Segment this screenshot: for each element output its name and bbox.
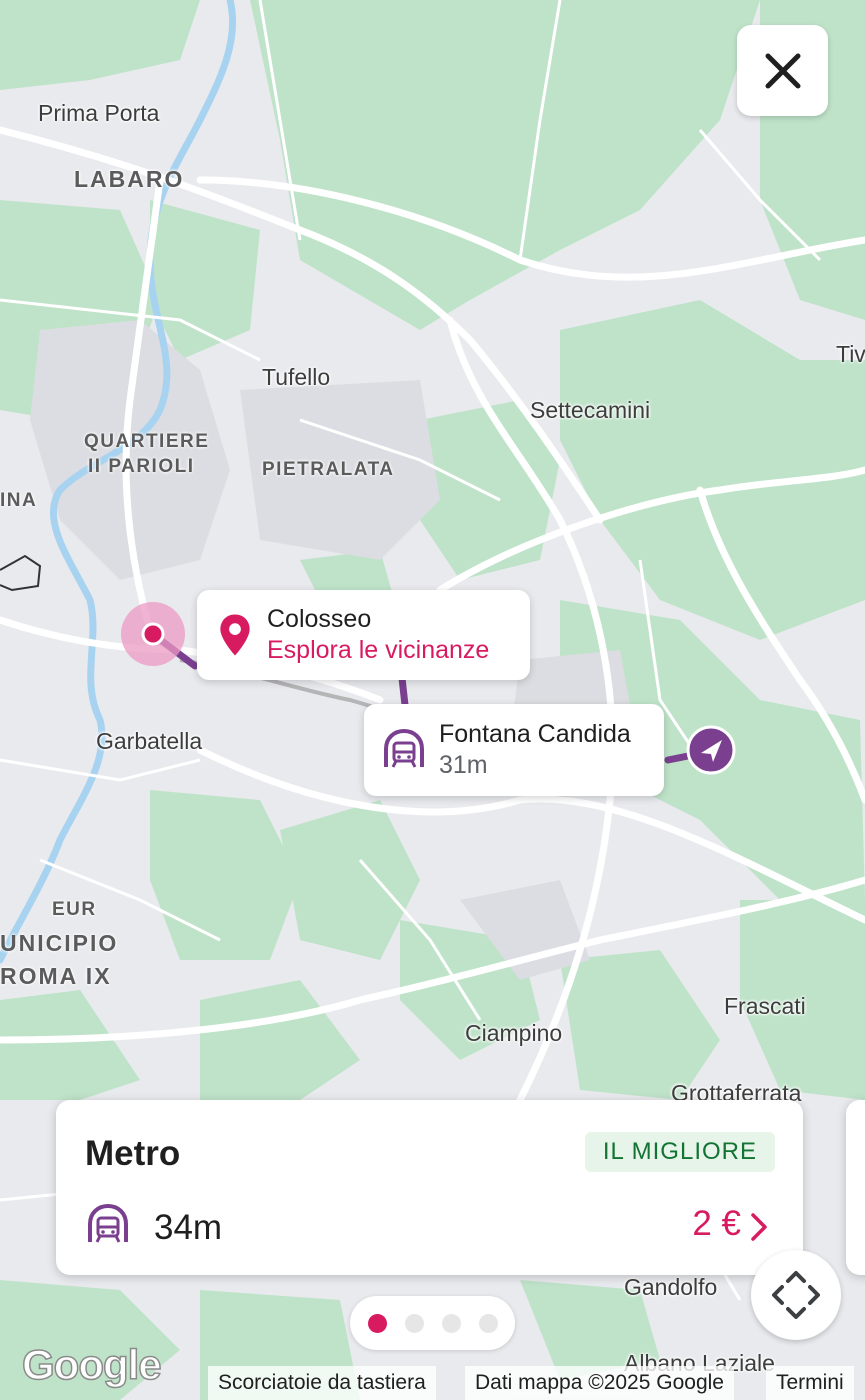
recenter-button[interactable] [751,1250,841,1340]
place-label: Ciampino [465,1020,563,1046]
explore-nearby-link[interactable]: Esplora le vicinanze [267,634,489,667]
place-label: Tiv [836,341,865,367]
district-label: LABARO [74,166,185,192]
place-label: Gandolfo [624,1274,718,1300]
keyboard-shortcuts-link[interactable]: Scorciatoie da tastiera [208,1366,436,1400]
district-label: II PARIOLI [88,456,195,477]
route-duration: 34m [154,1208,223,1247]
place-label: Tufello [262,364,331,390]
station-name: Fontana Candida [439,719,631,748]
district-label: QUARTIERE [84,431,210,452]
place-label: Prima Porta [38,100,160,126]
place-label: Settecamini [530,397,651,423]
station-duration: 31m [439,750,488,779]
route-option-card[interactable]: Metro IL MIGLIORE 34m 2 € [56,1100,803,1275]
metro-icon [88,1203,128,1243]
route-pager [350,1296,515,1350]
destination-callout[interactable]: Colosseo Esplora le vicinanze [197,590,530,680]
google-logo: Google [21,1341,162,1388]
place-label: Frascati [724,993,806,1019]
route-price: 2 € [692,1204,741,1243]
next-route-card[interactable] [846,1100,865,1275]
fit-route-icon [772,1271,820,1319]
route-final-line [664,752,692,764]
route-metro-line [398,674,409,709]
close-button[interactable] [737,25,828,116]
district-label: UNICIPIO [0,930,119,956]
metro-icon [384,728,424,768]
page-dot[interactable] [478,1313,498,1333]
district-label: PIETRALATA [262,459,395,480]
map-pin-icon [220,614,250,656]
map-data-text: Dati mappa ©2025 Google [465,1366,734,1400]
station-callout[interactable]: Fontana Candida 31m [364,704,664,796]
destination-name: Colosseo [267,604,372,633]
close-icon [765,53,800,88]
page-dot[interactable] [441,1313,461,1333]
place-label: Garbatella [96,728,203,754]
destination-dot [141,622,165,646]
best-option-badge: IL MIGLIORE [584,1132,775,1172]
terms-link[interactable]: Termini [766,1366,854,1400]
district-label: INA [0,490,38,511]
district-label: EUR [52,899,97,920]
district-label: ROMA IX [0,963,112,989]
origin-marker-icon [686,725,736,775]
chevron-right-icon [751,1213,767,1241]
map-view[interactable]: Prima Porta Tufello Settecamini Tiv Garb… [0,0,865,1400]
route-mode-label: Metro [85,1134,181,1173]
page-dot[interactable] [367,1313,387,1333]
page-dot[interactable] [404,1313,424,1333]
